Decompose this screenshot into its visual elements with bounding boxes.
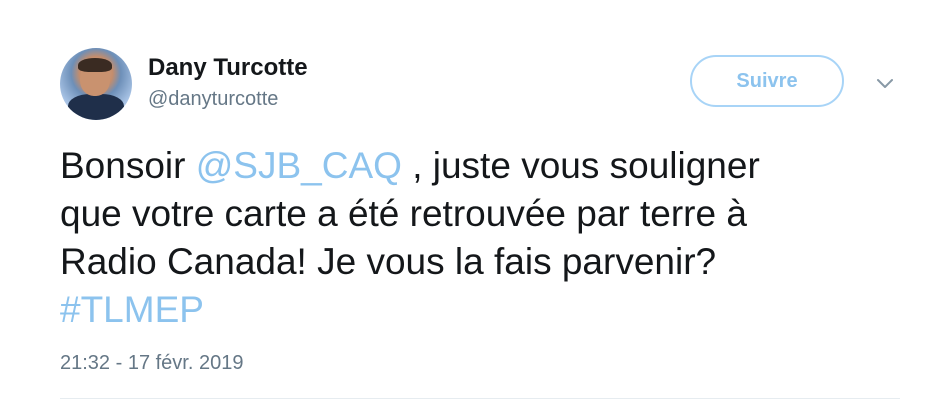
tweet-text-line-1-rest: , juste vous souligner [401, 145, 760, 186]
avatar-hair [78, 58, 112, 72]
avatar[interactable] [60, 48, 132, 120]
author-handle[interactable]: @danyturcotte [148, 88, 278, 111]
divider [60, 398, 900, 399]
author-display-name[interactable]: Dany Turcotte [148, 54, 308, 82]
tweet-timestamp[interactable]: 21:32 - 17 févr. 2019 [60, 352, 243, 375]
tweet-card: Dany Turcotte @danyturcotte Suivre Bonso… [0, 0, 944, 408]
follow-button-label: Suivre [736, 69, 798, 92]
tweet-text-line-1: Bonsoir @SJB_CAQ , juste vous souligner [60, 142, 900, 190]
chevron-down-icon[interactable] [874, 72, 896, 94]
hashtag-link[interactable]: #TLMEP [60, 289, 204, 330]
tweet-text-greeting: Bonsoir [60, 145, 196, 186]
avatar-shirt [68, 94, 124, 120]
tweet-text-line-2: que votre carte a été retrouvée par terr… [60, 193, 747, 234]
tweet-text: Bonsoir @SJB_CAQ , juste vous souligner … [60, 142, 900, 334]
tweet-text-line-4: #TLMEP [60, 286, 900, 334]
mention-link[interactable]: @SJB_CAQ [196, 145, 402, 186]
tweet-text-line-3: Radio Canada! Je vous la fais parvenir? [60, 241, 717, 282]
follow-button[interactable]: Suivre [690, 55, 844, 107]
